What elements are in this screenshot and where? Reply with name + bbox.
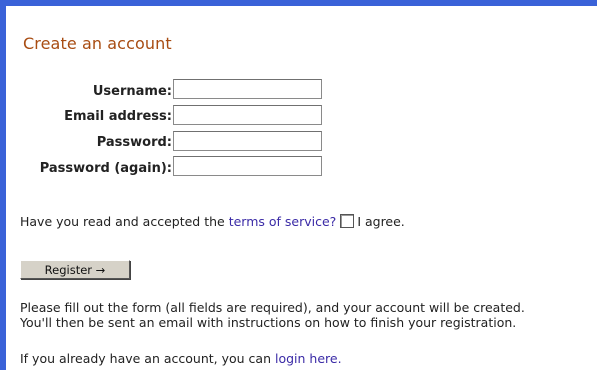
login-here-link[interactable]: login here. (275, 351, 342, 366)
page-title: Create an account (23, 34, 172, 53)
help-text-line-1: Please fill out the form (all fields are… (20, 300, 525, 315)
terms-of-service-link[interactable]: terms of service? (229, 214, 337, 229)
terms-prefix: Have you read and accepted the (20, 214, 225, 229)
login-prefix: If you already have an account, you can (20, 351, 271, 366)
password-again-input[interactable] (173, 156, 322, 176)
login-line: If you already have an account, you can … (20, 351, 342, 366)
terms-line: Have you read and accepted the terms of … (20, 214, 405, 229)
help-text-line-2: You'll then be sent an email with instru… (20, 315, 517, 330)
agree-checkbox[interactable] (340, 214, 355, 228)
password-input[interactable] (173, 131, 322, 151)
page-frame: Create an account Username: Email addres… (0, 0, 597, 370)
username-label: Username: (92, 84, 172, 99)
password-label: Password: (96, 135, 172, 150)
email-input[interactable] (173, 105, 322, 125)
email-label: Email address: (64, 109, 172, 124)
password-again-label: Password (again): (39, 161, 172, 176)
register-button[interactable]: Register → (20, 260, 130, 279)
username-input[interactable] (173, 79, 322, 99)
agree-label: I agree. (357, 214, 405, 229)
